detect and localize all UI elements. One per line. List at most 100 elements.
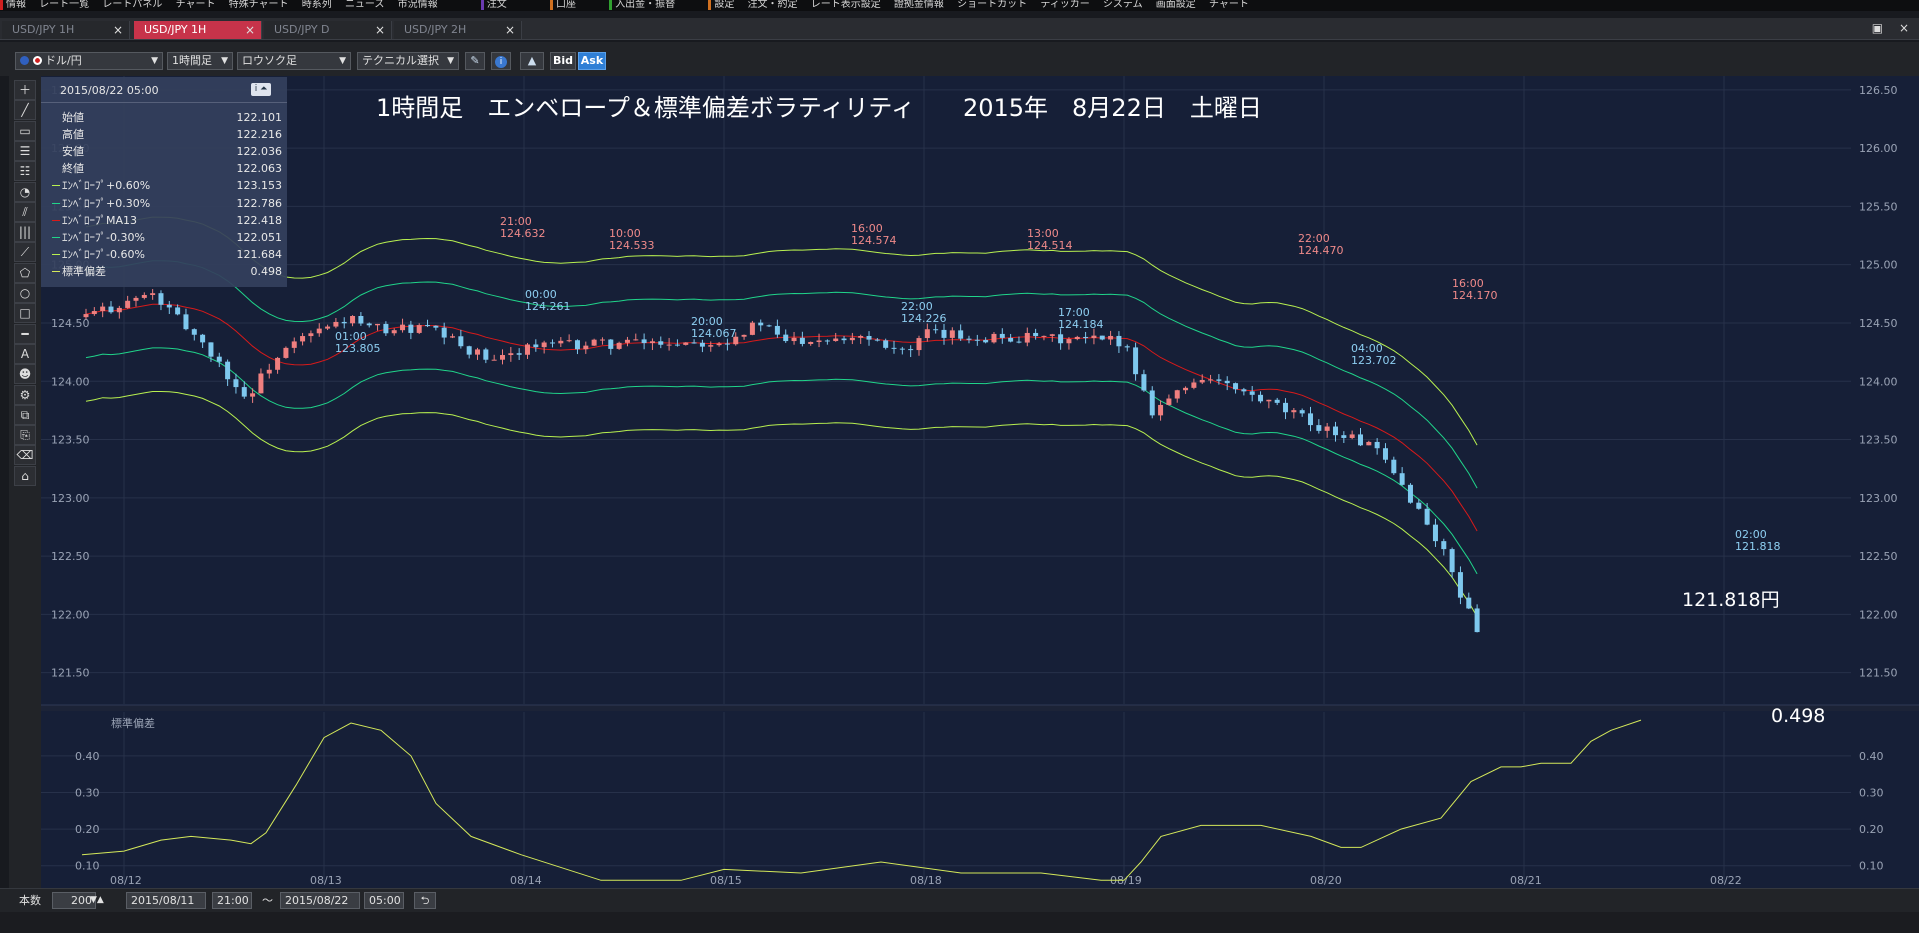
- tab-usdjpy-1h-a[interactable]: USD/JPY 1H ×: [2, 21, 130, 39]
- menu-item[interactable]: 情報: [0, 0, 26, 10]
- info-collapse-icon[interactable]: i ⏶: [251, 83, 271, 96]
- drawing-tool-icon[interactable]: ▭: [14, 120, 36, 141]
- menu-item[interactable]: レートパネル: [102, 0, 162, 10]
- candle-body: [708, 345, 714, 347]
- drawing-tool-icon[interactable]: □: [14, 303, 36, 324]
- drawing-tool-icon[interactable]: ☻: [14, 364, 36, 385]
- tab-usdjpy-2h[interactable]: USD/JPY 2H ×: [394, 21, 522, 39]
- tab-usdjpy-d[interactable]: USD/JPY D ×: [264, 21, 392, 39]
- close-icon[interactable]: ×: [1899, 21, 1909, 35]
- drawing-tool-icon[interactable]: ◔: [14, 181, 36, 202]
- menu-item[interactable]: ティッカー: [1040, 0, 1089, 10]
- menu-item[interactable]: 特殊チャート: [229, 0, 289, 10]
- refresh-icon[interactable]: ⮌: [414, 892, 436, 909]
- candle-body: [983, 339, 989, 343]
- menu-item[interactable]: 時系列: [302, 0, 332, 10]
- menu-item[interactable]: 市況情報: [398, 0, 438, 10]
- candle-body: [683, 342, 689, 345]
- stepper-icon[interactable]: ▼▲: [90, 892, 104, 909]
- y-tick-right: 123.00: [1859, 492, 1898, 505]
- drawing-tool-icon[interactable]: ╱: [14, 100, 36, 121]
- drawing-tool-icon[interactable]: ○: [14, 283, 36, 303]
- candle-body: [758, 322, 764, 326]
- candle-body: [391, 330, 397, 334]
- menu-item[interactable]: 口座: [550, 0, 576, 10]
- candle-body: [225, 361, 231, 380]
- candle-body: [558, 340, 564, 344]
- menu-item[interactable]: 注文: [480, 0, 507, 10]
- drawing-tool-icon[interactable]: ⫽: [14, 201, 36, 222]
- drawing-tool-icon[interactable]: |||: [14, 222, 36, 243]
- candle-body: [275, 357, 281, 370]
- menu-item[interactable]: 画面設定: [1156, 0, 1196, 10]
- menu-item[interactable]: ショートカット: [957, 0, 1027, 10]
- to-date-input[interactable]: 2015/08/22: [280, 892, 360, 909]
- candle-body: [1466, 597, 1472, 609]
- tab-label: USD/JPY 1H: [144, 23, 207, 36]
- candle-body: [83, 314, 89, 318]
- menu-item[interactable]: システム: [1103, 0, 1143, 10]
- series-swatch: [52, 185, 60, 187]
- drawing-tool-icon[interactable]: ━: [14, 323, 36, 344]
- drawing-tool-icon[interactable]: ⎘: [14, 425, 36, 446]
- chart-area[interactable]: 126.50126.50126.00126.00125.50125.50125.…: [41, 76, 1919, 888]
- candle-body: [949, 330, 955, 338]
- pair-select[interactable]: ドル/円 ▼: [15, 52, 163, 70]
- technical-select[interactable]: テクニカル選択 ▼: [357, 52, 459, 70]
- menu-item[interactable]: チャート: [176, 0, 216, 10]
- candle-body: [1108, 335, 1114, 340]
- menu-item[interactable]: 設定: [708, 0, 734, 10]
- tab-close-icon[interactable]: ×: [113, 21, 123, 39]
- drawing-tool-icon[interactable]: ⌫: [14, 445, 36, 466]
- drawing-tool-icon[interactable]: ⚙: [14, 384, 36, 405]
- drawing-tool-icon[interactable]: A: [14, 343, 36, 364]
- to-time-input[interactable]: 05:00: [364, 892, 404, 909]
- candle-body: [1091, 335, 1097, 339]
- mountain-chart-icon[interactable]: ▲: [520, 52, 544, 70]
- candle-body: [1249, 391, 1255, 395]
- candle-body: [483, 349, 489, 360]
- drawing-tool-icon[interactable]: ☷: [14, 161, 36, 182]
- drawing-tool-icon[interactable]: ⟋: [14, 242, 36, 263]
- candle-body: [1357, 434, 1363, 446]
- ask-button[interactable]: Ask: [578, 52, 606, 70]
- candle-body: [883, 340, 889, 348]
- drawing-tool-icon[interactable]: ⌂: [14, 465, 36, 486]
- pencil-icon[interactable]: ✎: [465, 52, 485, 70]
- menu-item[interactable]: 入出金・振替: [609, 0, 675, 10]
- data-panel-row: 終値 122.063: [52, 160, 282, 177]
- tab-label: USD/JPY 2H: [404, 23, 467, 36]
- candle-body: [1066, 339, 1072, 344]
- candle-body: [233, 379, 239, 388]
- from-date-input[interactable]: 2015/08/11: [126, 892, 206, 909]
- bid-button[interactable]: Bid: [550, 52, 576, 70]
- tab-close-icon[interactable]: ×: [505, 21, 515, 39]
- tab-usdjpy-1h-active[interactable]: USD/JPY 1H ×: [134, 21, 262, 39]
- menu-item[interactable]: レート一覧: [39, 0, 89, 10]
- row-label: ｴﾝﾍﾞﾛｰﾌﾟ+0.30%: [62, 196, 151, 210]
- chart-type-select[interactable]: ロウソク足 ▼: [237, 52, 351, 70]
- drawing-tool-icon[interactable]: ⧉: [14, 404, 36, 425]
- candle-body: [100, 306, 106, 312]
- menu-item[interactable]: ニュース: [345, 0, 385, 10]
- drawing-tool-icon[interactable]: ＋: [14, 80, 36, 100]
- drawing-tool-icon[interactable]: ⬠: [14, 262, 36, 283]
- candle-body: [1366, 441, 1372, 446]
- tab-close-icon[interactable]: ×: [375, 21, 385, 39]
- menu-item[interactable]: 注文・約定: [748, 0, 798, 10]
- y-tick-right: 124.50: [1859, 317, 1898, 330]
- candle-body: [1299, 410, 1305, 414]
- menu-item[interactable]: レート表示設定: [811, 0, 881, 10]
- from-time-input[interactable]: 21:00: [212, 892, 252, 909]
- drawing-tool-icon[interactable]: ☰: [14, 140, 36, 161]
- data-panel-date: 2015/08/22 05:00: [60, 84, 159, 97]
- candle-body: [166, 304, 172, 308]
- candle-body: [1116, 335, 1122, 347]
- tab-close-icon[interactable]: ×: [245, 21, 255, 39]
- menu-item[interactable]: チャート: [1209, 0, 1249, 10]
- info-icon[interactable]: i: [491, 52, 511, 70]
- restore-icon[interactable]: ▣: [1872, 21, 1883, 35]
- annotation-price: 124.632: [500, 227, 546, 240]
- menu-item[interactable]: 證拠金情報: [894, 0, 944, 10]
- timeframe-select[interactable]: 1時間足 ▼: [167, 52, 233, 70]
